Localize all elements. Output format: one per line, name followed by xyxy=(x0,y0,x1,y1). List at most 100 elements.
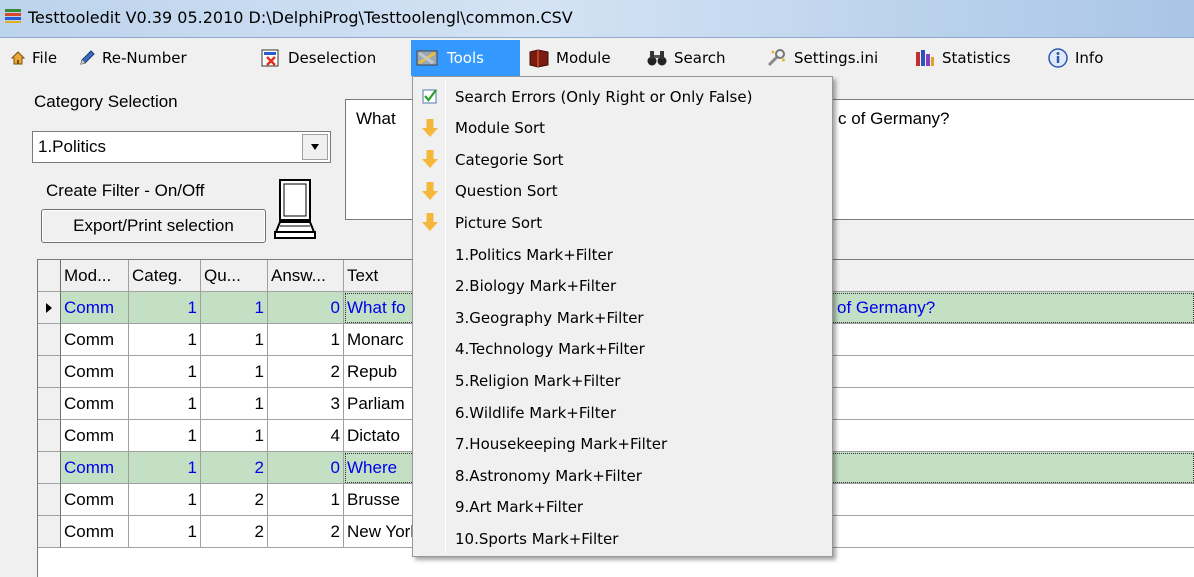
cell-category[interactable]: 1 xyxy=(129,420,201,452)
menu-item-2-biology-mark-filter[interactable]: 2.Biology Mark+Filter xyxy=(417,271,828,302)
cell-answer[interactable]: 2 xyxy=(268,356,344,388)
menu-item-question-sort[interactable]: Question Sort xyxy=(417,176,828,207)
cell-answer-value: 3 xyxy=(330,393,340,413)
row-indicator[interactable] xyxy=(38,420,61,452)
menu-settings-label: Settings.ini xyxy=(794,49,879,67)
cell-answer[interactable]: 2 xyxy=(268,516,344,548)
menu-item-10-sports-mark-filter[interactable]: 10.Sports Mark+Filter xyxy=(417,523,828,554)
menu-statistics[interactable]: Statistics xyxy=(910,40,1015,76)
cell-answer-value: 1 xyxy=(330,489,340,509)
app-icon xyxy=(5,9,21,23)
cell-module[interactable]: Comm xyxy=(61,452,129,484)
menu-item-categorie-sort[interactable]: Categorie Sort xyxy=(417,144,828,175)
menu-item-picture-sort[interactable]: Picture Sort xyxy=(417,207,828,238)
cell-module-value: Comm xyxy=(64,489,115,509)
cell-category[interactable]: 1 xyxy=(129,292,201,324)
menu-item-3-geography-mark-filter[interactable]: 3.Geography Mark+Filter xyxy=(417,302,828,333)
header-question[interactable]: Qu... xyxy=(201,260,268,292)
menu-renumber[interactable]: Re-Number xyxy=(74,40,191,76)
question-text-left: What xyxy=(356,109,396,128)
menu-item-5-religion-mark-filter[interactable]: 5.Religion Mark+Filter xyxy=(417,365,828,396)
tools-dropdown-menu: Search Errors (Only Right or Only False)… xyxy=(412,76,833,557)
menu-module[interactable]: Module xyxy=(524,40,615,76)
row-indicator[interactable] xyxy=(38,484,61,516)
menu-item-label: 7.Housekeeping Mark+Filter xyxy=(455,435,668,454)
menu-file[interactable]: File xyxy=(6,40,61,76)
cell-module[interactable]: Comm xyxy=(61,388,129,420)
cell-module[interactable]: Comm xyxy=(61,420,129,452)
menu-deselection[interactable]: Deselection xyxy=(256,40,380,76)
cell-category[interactable]: 1 xyxy=(129,388,201,420)
cell-question[interactable]: 2 xyxy=(201,452,268,484)
row-indicator[interactable] xyxy=(38,292,61,324)
header-category[interactable]: Categ. xyxy=(129,260,201,292)
row-indicator[interactable] xyxy=(38,452,61,484)
cell-question[interactable]: 2 xyxy=(201,484,268,516)
cell-answer[interactable]: 1 xyxy=(268,484,344,516)
menu-item-7-housekeeping-mark-filter[interactable]: 7.Housekeeping Mark+Filter xyxy=(417,429,828,460)
menu-tools[interactable]: Tools xyxy=(411,40,520,76)
menu-item-4-technology-mark-filter[interactable]: 4.Technology Mark+Filter xyxy=(417,334,828,365)
cell-module[interactable]: Comm xyxy=(61,484,129,516)
cell-question[interactable]: 1 xyxy=(201,388,268,420)
cell-module-value: Comm xyxy=(64,361,115,381)
cell-question[interactable]: 1 xyxy=(201,324,268,356)
menu-item-module-sort[interactable]: Module Sort xyxy=(417,113,828,144)
cell-question-value: 1 xyxy=(254,425,264,445)
binoculars-icon xyxy=(647,51,667,66)
cell-category[interactable]: 1 xyxy=(129,452,201,484)
cell-answer[interactable]: 3 xyxy=(268,388,344,420)
printer-toggle-icon[interactable] xyxy=(274,178,316,240)
window-title: Testtooledit V0.39 05.2010 D:\DelphiProg… xyxy=(28,8,573,27)
row-indicator[interactable] xyxy=(38,388,61,420)
menu-item-label: 4.Technology Mark+Filter xyxy=(455,340,645,359)
dropdown-arrow-button[interactable] xyxy=(302,134,328,160)
cell-answer[interactable]: 1 xyxy=(268,324,344,356)
pencil-icon xyxy=(80,50,95,65)
cell-category[interactable]: 1 xyxy=(129,484,201,516)
arrow-down-icon xyxy=(422,181,438,200)
header-module[interactable]: Mod... xyxy=(61,260,129,292)
cell-module[interactable]: Comm xyxy=(61,516,129,548)
cell-question[interactable]: 1 xyxy=(201,356,268,388)
menu-info[interactable]: Info xyxy=(1043,40,1107,76)
home-icon xyxy=(10,51,26,65)
menu-item-label: 6.Wildlife Mark+Filter xyxy=(455,403,616,422)
title-bar[interactable]: Testtooledit V0.39 05.2010 D:\DelphiProg… xyxy=(0,0,1194,38)
cell-module[interactable]: Comm xyxy=(61,356,129,388)
menu-tools-label: Tools xyxy=(447,49,484,67)
cell-text-value: Monarc xyxy=(347,329,404,349)
menu-item-1-politics-mark-filter[interactable]: 1.Politics Mark+Filter xyxy=(417,239,828,270)
cell-question[interactable]: 1 xyxy=(201,420,268,452)
menu-search[interactable]: Search xyxy=(642,40,730,76)
row-indicator[interactable] xyxy=(38,324,61,356)
row-indicator[interactable] xyxy=(38,356,61,388)
cell-module[interactable]: Comm xyxy=(61,292,129,324)
cell-category-value: 1 xyxy=(187,425,197,445)
menu-item-label: Question Sort xyxy=(455,182,558,201)
cell-question[interactable]: 1 xyxy=(201,292,268,324)
export-print-button[interactable]: Export/Print selection xyxy=(41,209,266,243)
cell-question-value: 2 xyxy=(254,521,264,541)
menu-item-label: 5.Religion Mark+Filter xyxy=(455,371,621,390)
cell-question[interactable]: 2 xyxy=(201,516,268,548)
menu-item-9-art-mark-filter[interactable]: 9.Art Mark+Filter xyxy=(417,492,828,523)
menu-item-8-astronomy-mark-filter[interactable]: 8.Astronomy Mark+Filter xyxy=(417,460,828,491)
category-select[interactable]: 1.Politics xyxy=(32,131,331,163)
cell-answer[interactable]: 0 xyxy=(268,292,344,324)
menu-item-label: 8.Astronomy Mark+Filter xyxy=(455,466,642,485)
menu-settings[interactable]: Settings.ini xyxy=(762,40,882,76)
cell-answer[interactable]: 0 xyxy=(268,452,344,484)
cell-category[interactable]: 1 xyxy=(129,516,201,548)
cell-answer[interactable]: 4 xyxy=(268,420,344,452)
deselect-icon xyxy=(261,49,279,67)
menu-item-search-errors-only-right-or-only-false[interactable]: Search Errors (Only Right or Only False) xyxy=(417,81,828,112)
header-answer[interactable]: Answ... xyxy=(268,260,344,292)
cell-category[interactable]: 1 xyxy=(129,324,201,356)
cell-question-value: 1 xyxy=(254,297,264,317)
arrow-down-icon xyxy=(422,213,438,232)
row-indicator[interactable] xyxy=(38,516,61,548)
cell-module[interactable]: Comm xyxy=(61,324,129,356)
menu-item-6-wildlife-mark-filter[interactable]: 6.Wildlife Mark+Filter xyxy=(417,397,828,428)
cell-category[interactable]: 1 xyxy=(129,356,201,388)
